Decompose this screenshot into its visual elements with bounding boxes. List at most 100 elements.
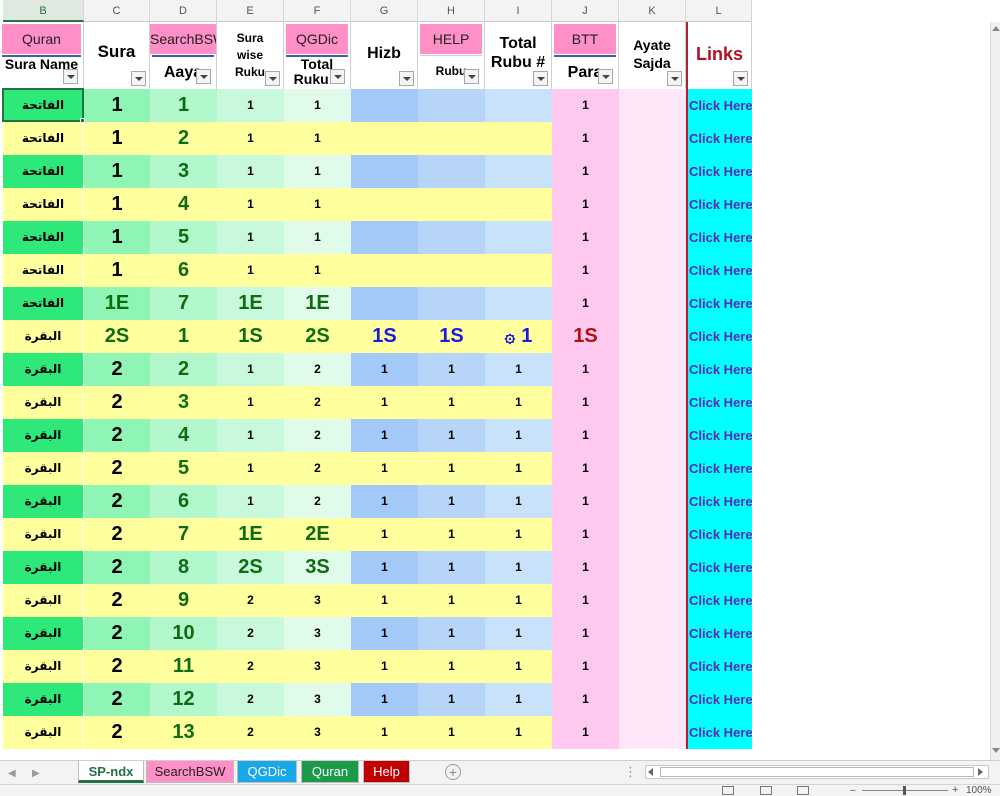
ayate-sajda-cell[interactable] [619, 716, 686, 749]
total-rubu-cell[interactable]: 1 [485, 551, 552, 584]
aaya-cell[interactable]: 2 [150, 353, 217, 386]
click-here-link[interactable]: Click Here [688, 155, 752, 188]
ayate-sajda-cell[interactable] [619, 683, 686, 716]
sura-name-cell[interactable]: البقرة [3, 386, 83, 419]
sura-wise-ruku-cell[interactable]: 1 [217, 452, 284, 485]
hizb-cell[interactable] [351, 89, 418, 122]
total-rubu-cell[interactable]: 1 [485, 650, 552, 683]
sura-wise-ruku-cell[interactable]: 1 [217, 188, 284, 221]
sura-wise-ruku-cell[interactable]: 1 [217, 485, 284, 518]
aaya-cell[interactable]: 8 [150, 551, 217, 584]
total-rubu-cell[interactable] [485, 89, 552, 122]
column-letter-k[interactable]: K [619, 0, 686, 22]
total-rubu-cell[interactable] [485, 188, 552, 221]
total-rubu-cell[interactable] [485, 221, 552, 254]
click-here-link[interactable]: Click Here [688, 122, 752, 155]
click-here-link[interactable]: Click Here [688, 485, 752, 518]
total-rubu-cell[interactable]: 1 [485, 452, 552, 485]
rubu-cell[interactable]: 1 [418, 551, 485, 584]
sura-name-cell[interactable]: البقرة [3, 353, 83, 386]
ayate-sajda-cell[interactable] [619, 584, 686, 617]
hizb-cell[interactable] [351, 254, 418, 287]
hizb-cell[interactable]: 1 [351, 386, 418, 419]
ayate-sajda-cell[interactable] [619, 254, 686, 287]
sura-name-cell[interactable]: الفاتحة [3, 221, 83, 254]
btt-link-tag[interactable]: BTT [554, 24, 616, 54]
normal-view-icon[interactable] [722, 786, 734, 795]
add-sheet-icon[interactable]: + [445, 764, 461, 780]
hizb-cell[interactable] [351, 287, 418, 320]
total-ruku-cell[interactable]: 3 [284, 584, 351, 617]
sura-cell[interactable]: 2 [84, 386, 150, 419]
aaya-cell[interactable]: 9 [150, 584, 217, 617]
aaya-cell[interactable]: 1 [150, 320, 217, 353]
para-cell[interactable]: 1S [552, 320, 619, 353]
para-cell[interactable]: 1 [552, 683, 619, 716]
next-sheet-arrow-icon[interactable]: ▶ [32, 768, 40, 779]
para-cell[interactable]: 1 [552, 485, 619, 518]
rubu-cell[interactable]: 1 [418, 617, 485, 650]
aaya-cell[interactable]: 3 [150, 155, 217, 188]
click-here-link[interactable]: Click Here [688, 89, 752, 122]
hizb-cell[interactable] [351, 122, 418, 155]
page-break-view-icon[interactable] [797, 786, 809, 795]
sura-name-cell[interactable]: البقرة [3, 716, 83, 749]
click-here-link[interactable]: Click Here [688, 452, 752, 485]
tab-help[interactable]: Help [363, 761, 410, 783]
para-cell[interactable]: 1 [552, 551, 619, 584]
sura-name-cell[interactable]: البقرة [3, 551, 83, 584]
click-here-link[interactable]: Click Here [688, 584, 752, 617]
filter-dropdown-icon[interactable] [667, 71, 682, 86]
ayate-sajda-cell[interactable] [619, 518, 686, 551]
total-ruku-cell[interactable]: 1 [284, 89, 351, 122]
click-here-link[interactable]: Click Here [688, 518, 752, 551]
sura-cell[interactable]: 2 [84, 551, 150, 584]
filter-dropdown-icon[interactable] [131, 71, 146, 86]
sura-cell[interactable]: 1 [84, 122, 150, 155]
sura-wise-ruku-cell[interactable]: 1 [217, 353, 284, 386]
para-cell[interactable]: 1 [552, 386, 619, 419]
total-rubu-cell[interactable] [485, 122, 552, 155]
sura-name-cell[interactable]: البقرة [3, 518, 83, 551]
click-here-link[interactable]: Click Here [688, 254, 752, 287]
filter-dropdown-icon[interactable] [733, 71, 748, 86]
sura-cell[interactable]: 2 [84, 683, 150, 716]
ayate-sajda-cell[interactable] [619, 287, 686, 320]
qgdic-link-tag[interactable]: QGDic [286, 24, 348, 54]
filter-dropdown-icon[interactable] [399, 71, 414, 86]
sura-cell[interactable]: 1 [84, 155, 150, 188]
sura-wise-ruku-cell[interactable]: 1 [217, 386, 284, 419]
column-letter-d[interactable]: D [150, 0, 217, 22]
click-here-link[interactable]: Click Here [688, 650, 752, 683]
para-cell[interactable]: 1 [552, 287, 619, 320]
rubu-cell[interactable]: 1 [418, 683, 485, 716]
zoom-out-icon[interactable]: – [850, 785, 856, 796]
total-rubu-cell[interactable]: 1 [485, 683, 552, 716]
ayate-sajda-cell[interactable] [619, 155, 686, 188]
aaya-cell[interactable]: 5 [150, 221, 217, 254]
column-letter-g[interactable]: G [351, 0, 418, 22]
sura-name-cell[interactable]: البقرة [3, 320, 83, 353]
sura-wise-ruku-cell[interactable]: 2 [217, 584, 284, 617]
aaya-cell[interactable]: 4 [150, 419, 217, 452]
scroll-up-arrow-icon[interactable] [992, 26, 1000, 31]
sura-cell[interactable]: 2S [84, 320, 150, 353]
click-here-link[interactable]: Click Here [688, 320, 752, 353]
sura-cell[interactable]: 2 [84, 716, 150, 749]
total-ruku-cell[interactable]: 2 [284, 419, 351, 452]
tab-searchbsw[interactable]: SearchBSW [146, 761, 234, 783]
total-ruku-cell[interactable]: 2 [284, 485, 351, 518]
rubu-cell[interactable]: 1 [418, 716, 485, 749]
ayate-sajda-cell[interactable] [619, 221, 686, 254]
hizb-cell[interactable]: 1 [351, 518, 418, 551]
column-letter-l[interactable]: L [686, 0, 752, 22]
sura-wise-ruku-cell[interactable]: 1E [217, 518, 284, 551]
para-cell[interactable]: 1 [552, 452, 619, 485]
rubu-cell[interactable] [418, 89, 485, 122]
hizb-cell[interactable]: 1 [351, 551, 418, 584]
column-letter-e[interactable]: E [217, 0, 284, 22]
sura-name-cell[interactable]: البقرة [3, 584, 83, 617]
more-options-icon[interactable]: ⋮ [624, 764, 637, 780]
click-here-link[interactable]: Click Here [688, 188, 752, 221]
sura-wise-ruku-cell[interactable]: 1 [217, 254, 284, 287]
